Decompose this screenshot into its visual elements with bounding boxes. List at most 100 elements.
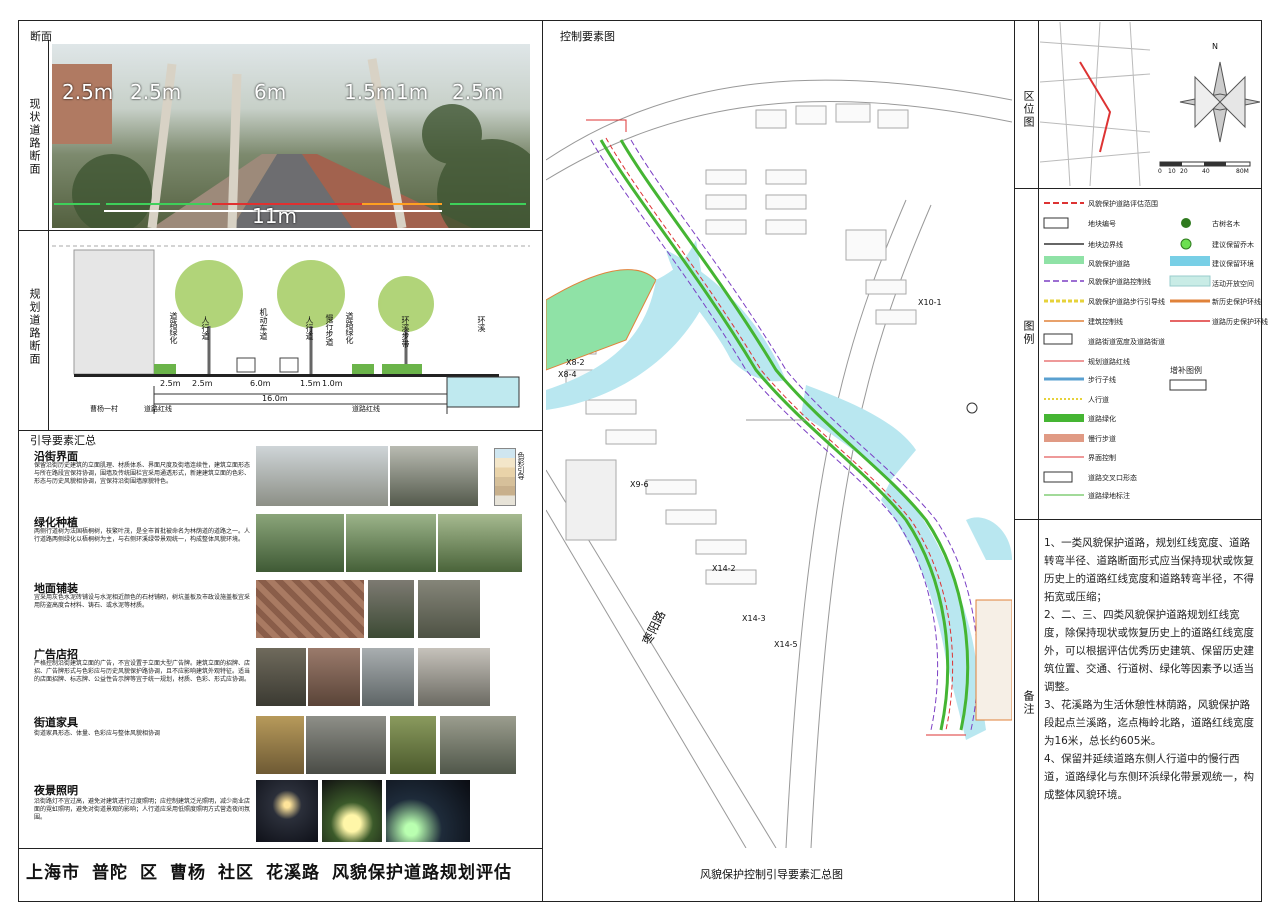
guide-text: 沿街路灯不宜过高，避免对建筑进行过度照明；应控制建筑泛光照明，减少商业店面的霓虹… <box>34 798 251 821</box>
planned-tag: 人行道 <box>201 316 210 340</box>
planned-tag: 环溪 <box>477 316 486 332</box>
guide-photo <box>256 780 318 842</box>
parcel-label: X14-3 <box>742 614 766 623</box>
scale-tick: 10 <box>1168 168 1176 175</box>
guide-photo <box>438 514 522 572</box>
title-part: 花溪路 <box>266 863 320 883</box>
planned-tag: 道路绿化 <box>345 312 354 344</box>
planned-dim: 6.0m <box>250 379 271 388</box>
guide-photo <box>306 716 386 774</box>
planned-tag: 人行道 <box>305 316 314 340</box>
color-swatches <box>494 448 516 506</box>
guide-photo <box>256 716 304 774</box>
parcel-label: X14-5 <box>774 640 798 649</box>
guide-photo <box>386 780 470 842</box>
guide-photo <box>346 514 436 572</box>
compass-north: N <box>1212 42 1218 51</box>
divider <box>18 430 543 431</box>
planned-dim: 1.0m <box>322 379 343 388</box>
guide-photo <box>390 446 478 506</box>
guide-photo <box>418 580 480 638</box>
divider <box>48 40 49 430</box>
current-street-photo: 2.5m 2.5m 6m 1.5m 1m 2.5m 11m <box>52 44 530 228</box>
planned-dim: 2.5m <box>192 379 213 388</box>
legend-entry: 道路绿地标注 <box>1088 492 1130 500</box>
current-total-dim: 11m <box>252 204 297 228</box>
divider <box>1014 188 1262 189</box>
guide-photo <box>362 648 414 706</box>
planned-total-dim: 16.0m <box>262 394 288 403</box>
guide-photo <box>308 648 360 706</box>
legend-entry: 道路街道宽度及道路街道 <box>1088 338 1165 346</box>
legend-entry: 建筑控制线 <box>1088 318 1123 326</box>
divider <box>18 230 543 231</box>
guide-text: 严格控制沿街建筑立面的广告，不宜设置于立面大型广告牌。建筑立面的招牌、店招、广告… <box>34 660 251 683</box>
guide-photo <box>256 514 344 572</box>
guide-photo <box>440 716 516 774</box>
legend-entry: 风貌保护道路步行引导线 <box>1088 298 1165 306</box>
legend-entry: 风貌保护道路评估范围 <box>1088 200 1158 208</box>
legend-entry: 风貌保护道路 <box>1088 260 1130 268</box>
legend-entry: 风貌保护道路控制线 <box>1088 278 1151 286</box>
note-item: 2、二、三、四类风貌保护道路规划红线宽度，除保持现状或恢复历史上的道路红线宽度外… <box>1044 609 1254 693</box>
legend-entry: 规划道路红线 <box>1088 358 1130 366</box>
legend-entry: 道路历史保护环线 <box>1212 318 1268 326</box>
color-label: 色彩引导 <box>517 452 525 480</box>
title-part: 普陀 <box>92 863 128 883</box>
current-section-label: 现状道路断面 <box>28 98 41 176</box>
guide-heading: 夜景照明 <box>34 784 78 797</box>
planned-bottom-label: 曹杨一村 <box>90 405 118 413</box>
legend-entry: 活动开放空间 <box>1212 280 1254 288</box>
legend-entry: 新历史保护环线 <box>1212 298 1261 306</box>
location-map: N 0 10 20 40 80M <box>1040 22 1260 186</box>
legend-entry: 界面控制 <box>1088 454 1116 462</box>
planned-tag: 环溪步带 <box>401 316 410 348</box>
guide-text: 保留沿街历史建筑的立面肌理、材质体系、界面尺度及街墙连续性，建筑立面形态与所在路… <box>34 462 251 485</box>
legend-entry: 建议保留环境 <box>1212 260 1254 268</box>
legend-entry: 步行子线 <box>1088 376 1116 384</box>
planned-bottom-label: 道路红线 <box>352 405 380 413</box>
scale-tick: 0 <box>1158 168 1162 175</box>
parcel-label: X8-2 <box>566 358 585 367</box>
planned-tag: 机动车道 <box>259 308 268 340</box>
planned-dim: 1.5m <box>300 379 321 388</box>
control-map: 枣阳路 X10-1 X8-2 X8-4 X9-6 X14-2 X14-3 X14… <box>546 40 1012 848</box>
notes: 1、一类风貌保护道路，规划红线宽度、道路转弯半径、道路断面形式应当保持现状或恢复… <box>1044 534 1256 804</box>
legend-entry: 慢行步道 <box>1088 435 1116 443</box>
guide-photo <box>256 648 306 706</box>
note-item: 3、花溪路为生活休憩性林荫路，风貌保护路段起点兰溪路，迄点梅岭北路，道路红线宽度… <box>1044 699 1254 747</box>
legend-entry: 建议保留乔木 <box>1212 241 1254 249</box>
parcel-label: X8-4 <box>558 370 577 379</box>
divider <box>542 20 543 902</box>
planned-bottom-label: 道路红线 <box>144 405 172 413</box>
title-part: 风貌保护道路规划评估 <box>332 863 512 883</box>
guide-heading: 街道家具 <box>34 716 78 729</box>
legend-label: 图例 <box>1022 320 1035 346</box>
divider <box>1014 20 1015 902</box>
divider <box>18 848 543 849</box>
scale-tick: 40 <box>1202 168 1210 175</box>
map-subtitle: 风貌保护控制引导要素汇总图 <box>700 868 843 881</box>
planned-section-diagram: 道路绿化 人行道 机动车道 人行道 慢行步道 道路绿化 环溪步带 环溪 2.5m… <box>52 236 530 426</box>
location-label: 区位图 <box>1022 90 1035 129</box>
divider <box>1014 519 1262 520</box>
project-title: 上海市 普陀区曹杨 社区 花溪路 风貌保护道路规划评估 <box>26 858 524 883</box>
section-label: 断面 <box>30 30 52 43</box>
title-part: 区 <box>140 863 158 883</box>
guide-photo <box>368 580 414 638</box>
legend-entry: 地块编号 <box>1088 220 1116 228</box>
guide-photo <box>322 780 382 842</box>
legend-entry: 地块边界线 <box>1088 241 1123 249</box>
guide-text: 两侧行道树为法国梧桐树，枝繁叶茂，是全市首批被命名为林荫道的道路之一。人行道路两… <box>34 528 251 543</box>
title-part: 曹杨 <box>170 863 206 883</box>
note-item: 1、一类风貌保护道路，规划红线宽度、道路转弯半径、道路断面形式应当保持现状或恢复… <box>1044 537 1254 603</box>
parcel-label: X14-2 <box>712 564 736 573</box>
notes-label: 备注 <box>1022 690 1035 716</box>
scale-tick: 80M <box>1236 168 1249 175</box>
note-item: 4、保留并延续道路东侧人行道中的慢行西道，道路绿化与东侧环浜绿化带景观统一，构成… <box>1044 753 1254 801</box>
guide-text: 街道家具形态、体量、色彩应与整体风貌相协调 <box>34 730 161 737</box>
parcel-label: X9-6 <box>630 480 649 489</box>
legend-entry: 道路交叉口形态 <box>1088 474 1137 482</box>
scale-tick: 20 <box>1180 168 1188 175</box>
title-part: 社区 <box>218 863 254 883</box>
